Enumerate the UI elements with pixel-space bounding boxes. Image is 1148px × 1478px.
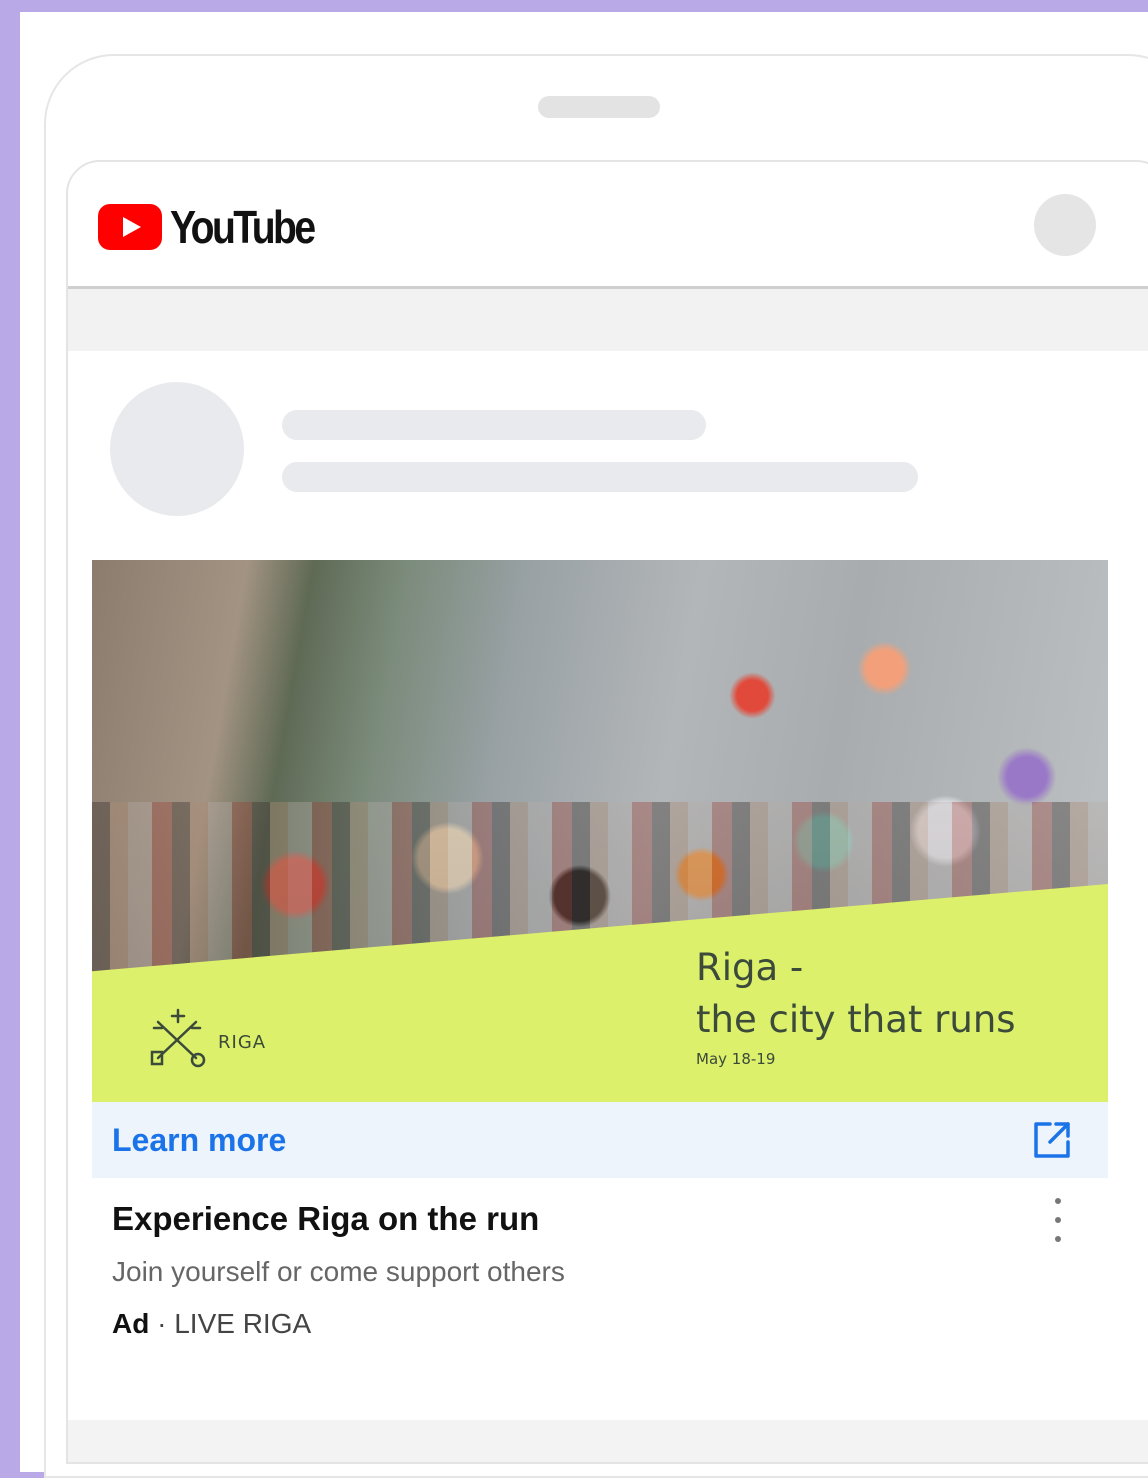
youtube-logo[interactable]: YouTube [98, 201, 339, 253]
subtitle-placeholder-line [282, 462, 918, 492]
youtube-header: YouTube [68, 162, 1148, 289]
learn-more-bar[interactable]: Learn more [92, 1102, 1108, 1178]
riga-logo-text: RIGA [218, 1032, 267, 1053]
ad-image-title-line1: Riga - [696, 946, 804, 989]
external-link-icon[interactable] [1032, 1120, 1072, 1160]
next-item-placeholder [68, 1420, 1148, 1462]
meta-separator: · [157, 1308, 167, 1339]
ad-meta: Ad · LIVE RIGA [112, 1308, 311, 1340]
advertiser-name: LIVE RIGA [174, 1308, 312, 1339]
riga-keys-logo-icon [150, 1008, 206, 1068]
account-avatar[interactable] [1034, 194, 1096, 256]
play-logo-icon [98, 204, 162, 250]
ad-image-title-line2: the city that runs [696, 998, 1016, 1041]
learn-more-button[interactable]: Learn more [112, 1122, 286, 1159]
ad-headline[interactable]: Experience Riga on the run [112, 1200, 539, 1238]
ad-image-date: May 18-19 [696, 1050, 776, 1068]
chip-bar-placeholder [68, 289, 1148, 351]
ad-badge: Ad [112, 1308, 150, 1339]
more-vert-icon[interactable] [1050, 1198, 1066, 1242]
title-placeholder-line [282, 410, 706, 440]
youtube-wordmark: YouTube [170, 201, 316, 253]
ad-description: Join yourself or come support others [112, 1256, 565, 1287]
phone-screen: YouTube RIGA Riga - the city that runs M [66, 160, 1148, 1464]
phone-speaker-notch [538, 96, 660, 118]
channel-avatar-placeholder [110, 382, 244, 516]
ad-image[interactable]: RIGA Riga - the city that runs May 18-19 [92, 560, 1108, 1102]
